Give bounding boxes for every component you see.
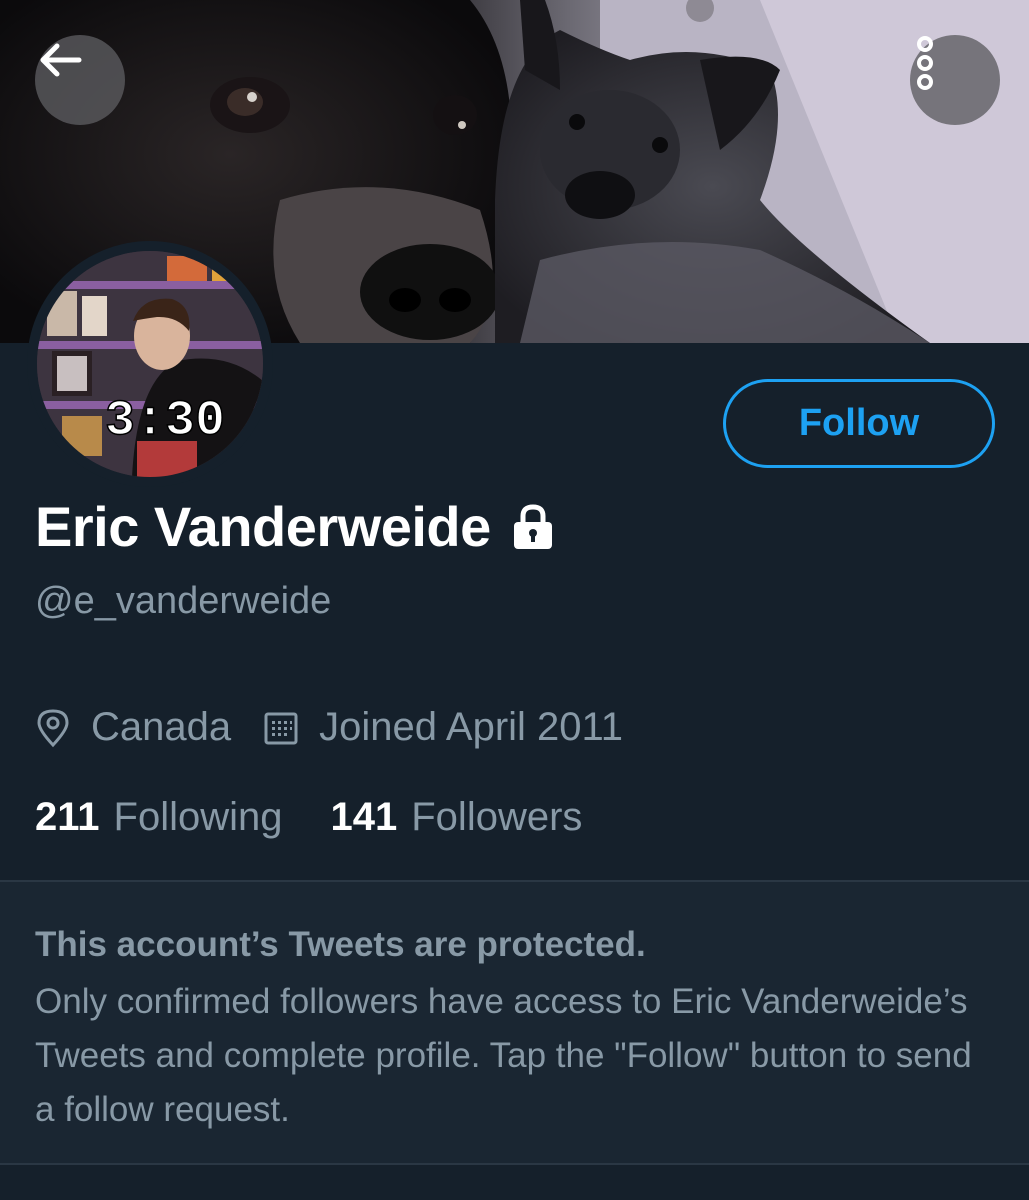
arrow-left-icon bbox=[40, 43, 82, 77]
display-name: Eric Vanderweide bbox=[35, 495, 491, 558]
location-pin-icon bbox=[37, 708, 69, 747]
back-button[interactable] bbox=[35, 35, 125, 125]
avatar-clock-text: 3:30 bbox=[105, 393, 225, 450]
divider bbox=[0, 880, 1029, 882]
more-options-button[interactable] bbox=[910, 35, 1000, 125]
following-count: 211 bbox=[35, 795, 100, 839]
calendar-icon bbox=[264, 712, 298, 744]
divider bbox=[0, 1163, 1029, 1165]
following-label: Following bbox=[113, 795, 283, 839]
location: Canada bbox=[35, 705, 231, 750]
follow-button[interactable]: Follow bbox=[723, 379, 995, 468]
follow-stats: 211 Following 141 Followers bbox=[35, 795, 582, 840]
more-vertical-icon bbox=[917, 36, 933, 90]
join-date-text: Joined April 2011 bbox=[319, 705, 624, 749]
followers-count: 141 bbox=[330, 795, 398, 839]
followers-link[interactable]: 141 Followers bbox=[331, 795, 583, 840]
location-text: Canada bbox=[91, 705, 232, 749]
followers-label: Followers bbox=[411, 795, 583, 839]
protected-notice-title: This account’s Tweets are protected. bbox=[35, 925, 646, 964]
avatar[interactable]: 3:30 bbox=[27, 241, 273, 487]
join-date: Joined April 2011 bbox=[263, 705, 623, 750]
profile-screen: 3:30 Follow Eric Vanderweide @e_vanderwe… bbox=[0, 0, 1029, 1200]
profile-name-row: Eric Vanderweide bbox=[35, 494, 555, 559]
avatar-photo: 3:30 bbox=[37, 251, 263, 477]
profile-meta: Canada Joined April 2011 bbox=[35, 705, 623, 750]
username-handle: @e_vanderweide bbox=[35, 580, 332, 622]
following-link[interactable]: 211 Following bbox=[35, 795, 283, 840]
protected-notice-body: Only confirmed followers have access to … bbox=[35, 982, 972, 1129]
lock-icon bbox=[513, 503, 552, 549]
